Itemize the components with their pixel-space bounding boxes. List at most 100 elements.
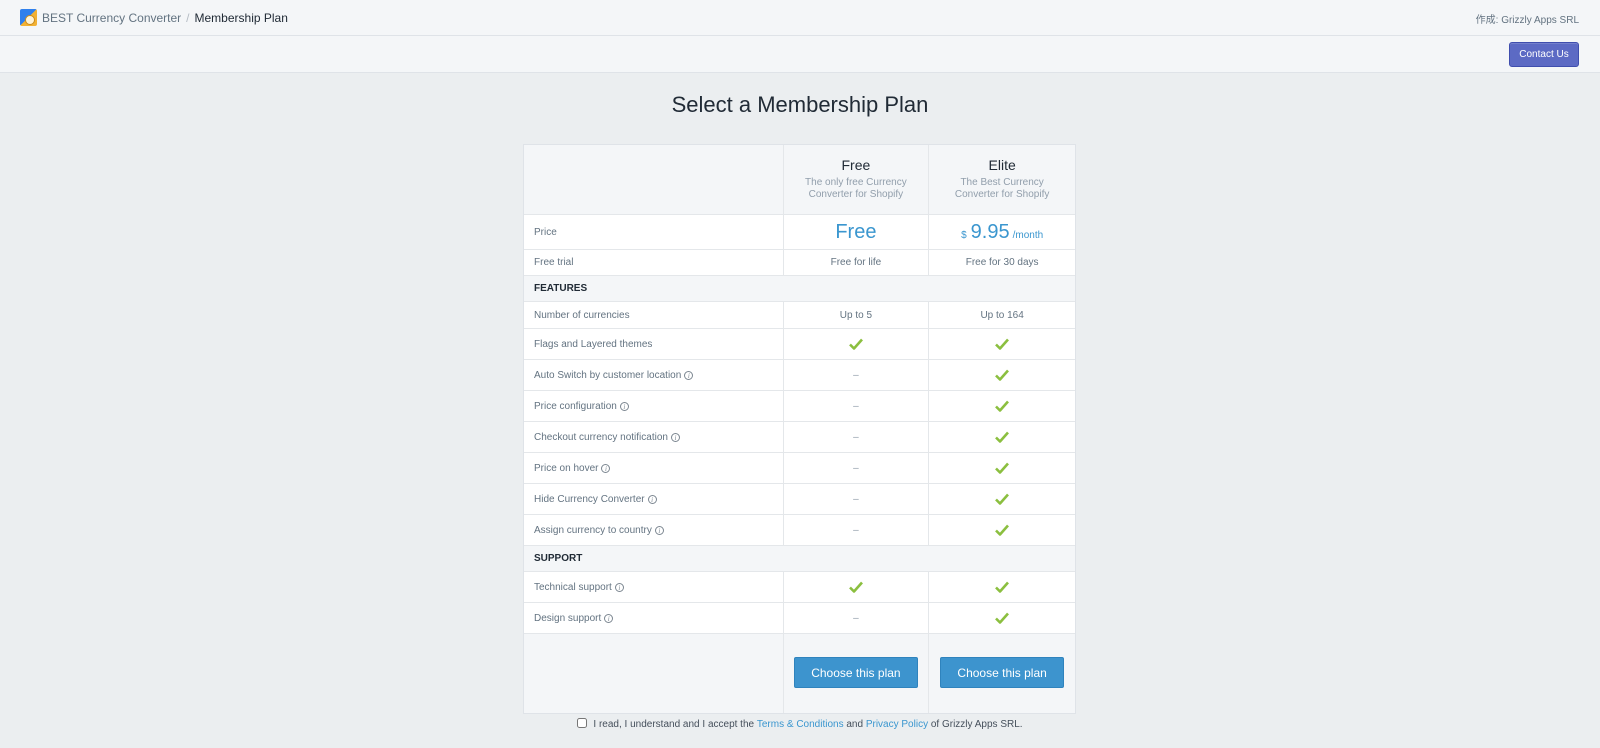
feature-row: Assign currency to country i – [524, 515, 1075, 546]
feature-row: Price on hover i – [524, 453, 1075, 484]
info-icon[interactable]: i [619, 401, 629, 411]
info-icon[interactable]: i [670, 432, 680, 442]
privacy-policy-link[interactable]: Privacy Policy [866, 719, 928, 730]
elite-value-cell [929, 360, 1075, 390]
price-elite-cell: $ 9.95 /month [929, 215, 1075, 249]
check-icon [995, 581, 1010, 593]
feature-row: Number of currencies Up to 5 Up to 164 [524, 302, 1075, 329]
info-icon[interactable]: i [601, 463, 611, 473]
row-label-text: Number of currencies [534, 309, 630, 321]
row-label-text: Hide Currency Converter [534, 493, 645, 505]
support-row: Design support i – [524, 603, 1075, 634]
free-value-cell: – [784, 515, 930, 545]
terms-conditions-link[interactable]: Terms & Conditions [757, 719, 844, 730]
contact-us-button[interactable]: Contact Us [1509, 42, 1579, 67]
choose-elite-cell: Choose this plan [929, 634, 1075, 713]
row-label: Hide Currency Converter i [524, 484, 784, 514]
check-icon [995, 400, 1010, 412]
price-free-cell: Free [784, 215, 930, 249]
price-value: $ 9.95 /month [961, 221, 1043, 244]
trial-row: Free trial Free for life Free for 30 day… [524, 250, 1075, 276]
price-period: /month [1012, 229, 1044, 241]
row-label: Checkout currency notification i [524, 422, 784, 452]
free-value-cell: Up to 5 [784, 302, 930, 328]
check-icon [848, 581, 863, 593]
elite-value-cell [929, 484, 1075, 514]
trial-free-cell: Free for life [784, 250, 930, 275]
info-icon[interactable]: i [604, 613, 614, 623]
feature-row: Hide Currency Converter i – [524, 484, 1075, 515]
free-value-cell [784, 329, 930, 359]
check-icon [848, 338, 863, 350]
elite-value-cell [929, 572, 1075, 602]
choose-elite-plan-button[interactable]: Choose this plan [940, 657, 1065, 688]
check-icon [995, 462, 1010, 474]
free-value-cell [784, 572, 930, 602]
elite-value-cell [929, 453, 1075, 483]
section-heading: FEATURES [534, 283, 588, 294]
free-value-cell: – [784, 603, 930, 633]
row-label-text: Auto Switch by customer location [534, 369, 682, 381]
row-label-text: Flags and Layered themes [534, 338, 653, 350]
free-value-cell: – [784, 484, 930, 514]
not-included-dash: – [853, 493, 859, 505]
info-icon[interactable]: i [647, 494, 657, 504]
row-label: Design support i [524, 603, 784, 633]
row-label: Technical support i [524, 572, 784, 602]
plan-header-free: Free The only free Currency Converter fo… [783, 145, 930, 214]
value-text: Up to 5 [839, 309, 873, 321]
elite-value-cell [929, 603, 1075, 633]
check-icon [995, 431, 1010, 443]
check-icon [995, 338, 1010, 350]
terms-checkbox[interactable] [577, 718, 588, 728]
choose-free-cell: Choose this plan [783, 634, 930, 713]
check-icon [995, 369, 1010, 381]
row-label: Flags and Layered themes [524, 329, 784, 359]
plan-header-elite: Elite The Best Currency Converter for Sh… [929, 145, 1075, 214]
plan-description: The Best Currency Converter for Shopify [954, 177, 1050, 200]
check-icon [995, 493, 1010, 505]
plan-comparison-table: Free The only free Currency Converter fo… [523, 144, 1076, 714]
row-label-text: Price on hover [534, 462, 599, 474]
breadcrumb-separator: / [186, 10, 190, 25]
section-heading: SUPPORT [534, 553, 583, 564]
feature-row: Auto Switch by customer location i – [524, 360, 1075, 391]
not-included-dash: – [853, 612, 859, 624]
info-icon[interactable]: i [614, 582, 624, 592]
row-label: Price configuration i [524, 391, 784, 421]
row-label: Auto Switch by customer location i [524, 360, 784, 390]
choose-free-plan-button[interactable]: Choose this plan [793, 657, 918, 688]
elite-value-cell [929, 391, 1075, 421]
row-label-text: Checkout currency notification [534, 431, 668, 443]
breadcrumb-app-link[interactable]: BEST Currency Converter [42, 11, 181, 25]
row-label: Free trial [524, 250, 784, 275]
not-included-dash: – [853, 369, 859, 381]
not-included-dash: – [853, 400, 859, 412]
row-label-text: Design support [534, 612, 602, 624]
info-icon[interactable]: i [684, 370, 694, 380]
free-value-cell: – [784, 360, 930, 390]
plan-name: Elite [988, 157, 1016, 173]
row-label: Price [524, 215, 784, 249]
price-currency: $ [961, 229, 967, 241]
app-logo-icon [20, 9, 37, 26]
not-included-dash: – [853, 524, 859, 536]
row-label: Assign currency to country i [524, 515, 784, 545]
action-bar: Contact Us [0, 36, 1600, 73]
check-icon [995, 524, 1010, 536]
terms-prefix: I read, I understand and I accept the [593, 719, 757, 730]
row-label: Price on hover i [524, 453, 784, 483]
info-icon[interactable]: i [654, 525, 664, 535]
plan-name: Free [841, 157, 871, 173]
top-bar: BEST Currency Converter / Membership Pla… [0, 0, 1600, 36]
feature-row: Flags and Layered themes [524, 329, 1075, 360]
page-title: Select a Membership Plan [671, 92, 929, 117]
free-value-cell: – [784, 422, 930, 452]
features-rows: Number of currencies Up to 5 Up to 164 Flag… [524, 302, 1075, 546]
feature-row: Price configuration i – [524, 391, 1075, 422]
elite-value-cell [929, 515, 1075, 545]
value-text: Up to 164 [980, 309, 1024, 321]
support-section-header: SUPPORT [524, 546, 1075, 572]
terms-suffix: of Grizzly Apps SRL. [928, 719, 1023, 730]
plan-header-row: Free The only free Currency Converter fo… [524, 145, 1075, 215]
